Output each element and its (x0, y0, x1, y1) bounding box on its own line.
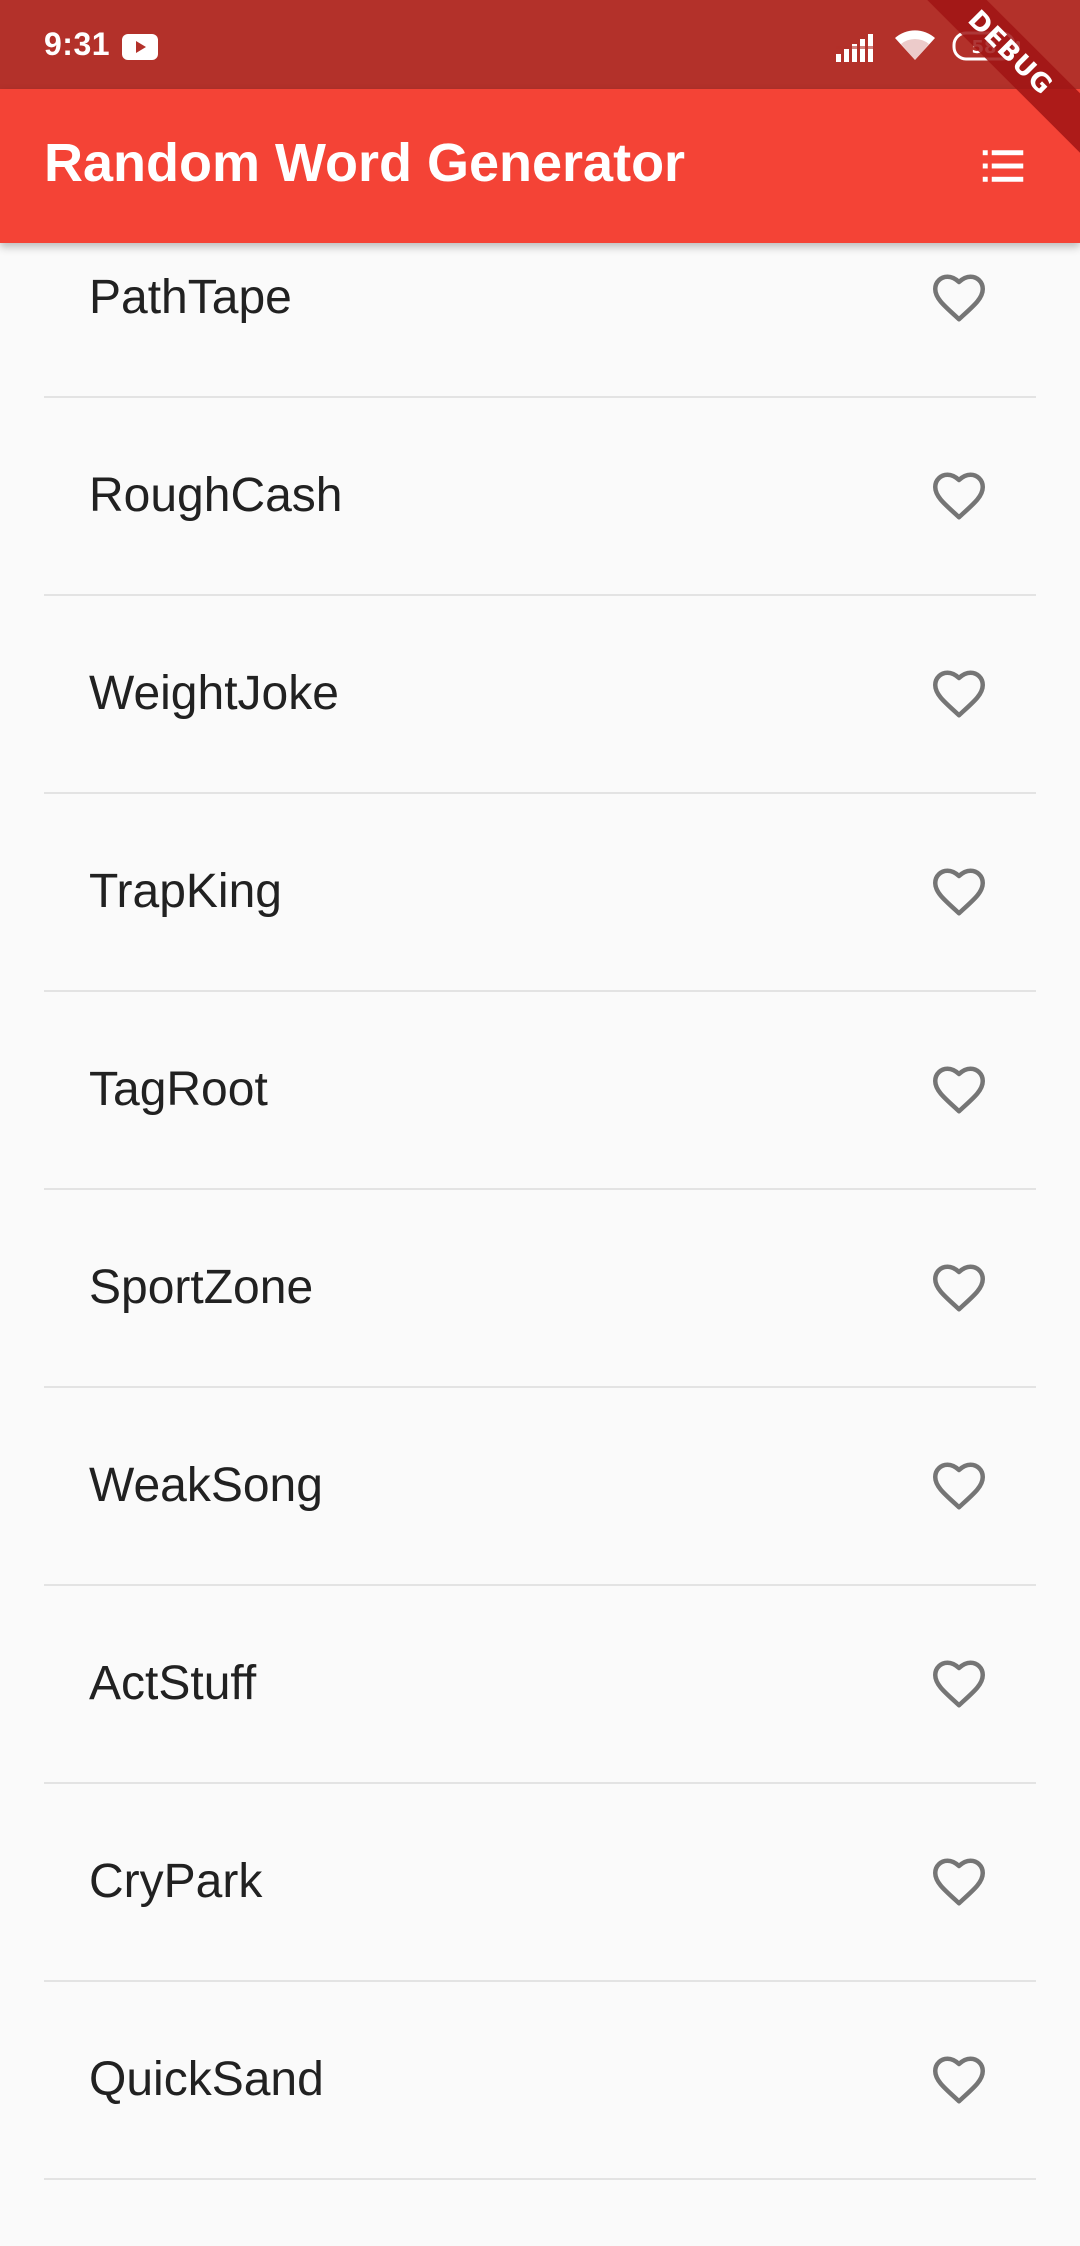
word-label: PathTape (89, 271, 292, 324)
list-item[interactable]: TrapKing (0, 794, 1080, 992)
page-title: Random Word Generator (44, 133, 686, 193)
word-label: CryPark (89, 1855, 263, 1908)
list-item[interactable]: RoughCash (0, 398, 1080, 596)
list-item[interactable]: TagRoot (0, 992, 1080, 1190)
word-list: PathTape RoughCash WeightJoke TrapKing TagRo… (0, 243, 1080, 2246)
heart-outline-icon (933, 2056, 985, 2104)
word-label: ActStuff (89, 1657, 257, 1710)
list-item[interactable]: PathTape (0, 243, 1080, 398)
favorite-button[interactable] (926, 1255, 992, 1321)
status-time: 9:31 (44, 26, 111, 62)
favorite-button[interactable] (926, 1453, 992, 1519)
app-screen: 9:31 58 Random Word Generator DEBUG Path… (0, 0, 1080, 2246)
favorite-button[interactable] (926, 463, 992, 529)
heart-outline-icon (933, 868, 985, 916)
list-item[interactable]: WeakSong (0, 1388, 1080, 1586)
favorite-button[interactable] (926, 1057, 992, 1123)
status-bar: 9:31 58 (0, 0, 1080, 89)
youtube-icon (122, 34, 158, 60)
word-label: TagRoot (89, 1063, 268, 1116)
list-item[interactable]: WeightJoke (0, 596, 1080, 794)
app-bar: Random Word Generator (0, 89, 1080, 243)
word-label: TrapKing (89, 865, 282, 918)
list-item[interactable]: QuickSand (0, 1982, 1080, 2180)
saved-list-button[interactable] (970, 133, 1036, 199)
battery-icon: 58 (952, 31, 1020, 61)
heart-outline-icon (933, 1264, 985, 1312)
favorite-button[interactable] (926, 2047, 992, 2113)
heart-outline-icon (933, 670, 985, 718)
word-label: WeightJoke (89, 667, 339, 720)
favorite-button[interactable] (926, 1849, 992, 1915)
heart-outline-icon (933, 1858, 985, 1906)
word-label: RoughCash (89, 469, 343, 522)
heart-outline-icon (933, 1066, 985, 1114)
list-item[interactable]: ActStuff (0, 1586, 1080, 1784)
signal-icon (836, 34, 873, 62)
list-icon (982, 150, 1024, 182)
favorite-button[interactable] (926, 661, 992, 727)
favorite-button[interactable] (926, 1651, 992, 1717)
word-label: QuickSand (89, 2053, 324, 2106)
favorite-button[interactable] (926, 265, 992, 331)
heart-outline-icon (933, 274, 985, 322)
list-item[interactable]: SportZone (0, 1190, 1080, 1388)
word-label: SportZone (89, 1261, 314, 1314)
favorite-button[interactable] (926, 859, 992, 925)
list-item[interactable]: CryPark (0, 1784, 1080, 1982)
heart-outline-icon (933, 472, 985, 520)
heart-outline-icon (933, 1660, 985, 1708)
battery-level: 58 (971, 37, 996, 58)
word-label: WeakSong (89, 1459, 323, 1512)
wifi-icon (895, 30, 935, 60)
row-divider (44, 2178, 1036, 2180)
heart-outline-icon (933, 1462, 985, 1510)
